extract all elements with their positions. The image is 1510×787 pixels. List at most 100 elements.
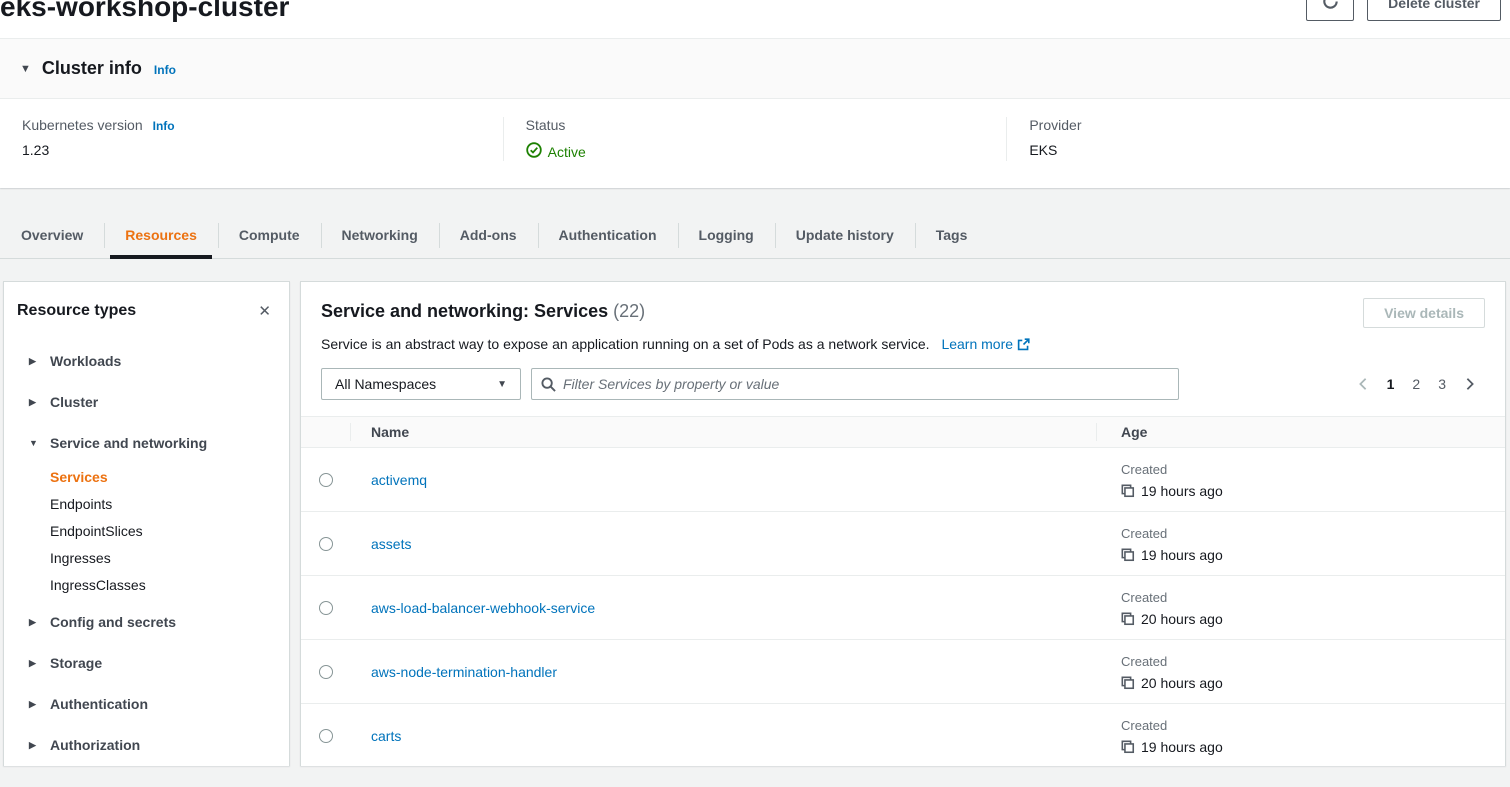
sidebar-item-services[interactable]: Services — [50, 464, 277, 490]
service-link[interactable]: aws-load-balancer-webhook-service — [371, 600, 595, 616]
sidebar-item-ingressclasses[interactable]: IngressClasses — [50, 572, 277, 598]
sidebar-section-authorization[interactable]: ▶ Authorization — [17, 733, 277, 757]
table-row: aws-node-termination-handler Created 20 … — [301, 640, 1505, 704]
tab-compute[interactable]: Compute — [218, 212, 321, 258]
copy-icon[interactable] — [1121, 548, 1135, 562]
caret-right-icon: ▶ — [29, 397, 50, 408]
next-page-icon[interactable] — [1455, 373, 1485, 395]
kubernetes-version-info-link[interactable]: Info — [153, 119, 175, 133]
sidebar-section-config-and-secrets[interactable]: ▶ Config and secrets — [17, 610, 277, 634]
page-number-1[interactable]: 1 — [1378, 372, 1404, 396]
filter-input[interactable] — [563, 376, 1169, 392]
copy-icon[interactable] — [1121, 740, 1135, 754]
tab-logging[interactable]: Logging — [678, 212, 775, 258]
services-panel-title: Service and networking: Services (22) — [321, 298, 645, 322]
page-number-2[interactable]: 2 — [1403, 372, 1429, 396]
row-radio-button[interactable] — [319, 665, 333, 679]
tab-overview[interactable]: Overview — [0, 212, 104, 258]
cluster-info-info-link[interactable]: Info — [154, 63, 176, 77]
learn-more-link[interactable]: Learn more — [941, 336, 1030, 352]
row-radio-button[interactable] — [319, 537, 333, 551]
caret-right-icon: ▶ — [29, 740, 50, 751]
sidebar-item-endpointslices[interactable]: EndpointSlices — [50, 518, 277, 544]
field-label: Provider — [1029, 117, 1081, 133]
copy-icon[interactable] — [1121, 612, 1135, 626]
created-label: Created — [1121, 462, 1505, 477]
cluster-info-header[interactable]: ▼ Cluster info Info — [0, 38, 1510, 99]
provider-value: EKS — [1029, 142, 1488, 158]
sidebar-section-cluster[interactable]: ▶ Cluster — [17, 390, 277, 414]
delete-cluster-button[interactable]: Delete cluster — [1367, 0, 1501, 21]
caret-right-icon: ▶ — [29, 356, 50, 367]
services-count: (22) — [613, 301, 645, 321]
table-row: activemq Created 19 hours ago — [301, 448, 1505, 512]
sidebar-section-authentication[interactable]: ▶ Authentication — [17, 692, 277, 716]
collapse-caret-icon[interactable]: ▼ — [20, 63, 31, 75]
status-value: Active — [548, 144, 586, 160]
tab-tags[interactable]: Tags — [915, 212, 989, 258]
page-header: eks-workshop-cluster Delete cluster — [0, 0, 1510, 38]
tab-add-ons[interactable]: Add-ons — [439, 212, 538, 258]
sidebar-item-ingresses[interactable]: Ingresses — [50, 545, 277, 571]
service-link[interactable]: aws-node-termination-handler — [371, 664, 557, 680]
service-link[interactable]: carts — [371, 728, 401, 744]
search-icon — [541, 377, 556, 392]
selection-column-header — [301, 417, 351, 447]
age-value: 20 hours ago — [1141, 611, 1223, 627]
caret-right-icon: ▶ — [29, 617, 50, 628]
service-link[interactable]: activemq — [371, 472, 427, 488]
table-row: carts Created 19 hours ago — [301, 704, 1505, 766]
sidebar-section-label: Workloads — [50, 353, 121, 369]
service-link[interactable]: assets — [371, 536, 411, 552]
sidebar-list: ▶ Workloads ▶ Cluster ▼ Service and netw… — [17, 349, 277, 757]
previous-page-icon[interactable] — [1348, 373, 1378, 395]
resource-types-sidebar: Resource types ✕ ▶ Workloads ▶ Cluster ▼… — [3, 281, 290, 766]
sidebar-section-service-and-networking[interactable]: ▼ Service and networking — [17, 431, 277, 455]
refresh-button[interactable] — [1306, 0, 1354, 21]
sidebar-section-storage[interactable]: ▶ Storage — [17, 651, 277, 675]
row-radio-button[interactable] — [319, 601, 333, 615]
sidebar-section-label: Authorization — [50, 737, 140, 753]
table-row: assets Created 19 hours ago — [301, 512, 1505, 576]
header-actions: Delete cluster — [1306, 0, 1501, 21]
sidebar-title: Resource types — [17, 300, 136, 320]
tab-update-history[interactable]: Update history — [775, 212, 915, 258]
created-label: Created — [1121, 590, 1505, 605]
sidebar-section-label: Config and secrets — [50, 614, 176, 630]
copy-icon[interactable] — [1121, 484, 1135, 498]
tab-authentication[interactable]: Authentication — [538, 212, 678, 258]
tab-bar: Overview Resources Compute Networking Ad… — [0, 212, 1510, 259]
sidebar-section-label: Authentication — [50, 696, 148, 712]
sidebar-section-label: Service and networking — [50, 435, 207, 451]
service-networking-subitems: Services Endpoints EndpointSlices Ingres… — [50, 464, 277, 598]
name-column-header: Name — [351, 417, 1097, 447]
tab-networking[interactable]: Networking — [321, 212, 439, 258]
status-check-icon — [526, 142, 542, 161]
caret-down-icon: ▼ — [29, 438, 50, 448]
view-details-button[interactable]: View details — [1363, 298, 1485, 328]
age-column-header: Age — [1097, 424, 1505, 440]
age-value: 19 hours ago — [1141, 739, 1223, 755]
age-value: 19 hours ago — [1141, 547, 1223, 563]
cluster-info-panel: ▼ Cluster info Info Kubernetes version I… — [0, 38, 1510, 188]
caret-right-icon: ▶ — [29, 699, 50, 710]
sidebar-section-label: Cluster — [50, 394, 98, 410]
refresh-icon — [1322, 0, 1339, 13]
created-label: Created — [1121, 718, 1505, 733]
row-radio-button[interactable] — [319, 729, 333, 743]
sidebar-section-workloads[interactable]: ▶ Workloads — [17, 349, 277, 373]
created-label: Created — [1121, 654, 1505, 669]
sidebar-item-endpoints[interactable]: Endpoints — [50, 491, 277, 517]
services-description: Service is an abstract way to expose an … — [321, 336, 1485, 354]
row-radio-button[interactable] — [319, 473, 333, 487]
page-title: eks-workshop-cluster — [0, 0, 289, 23]
copy-icon[interactable] — [1121, 676, 1135, 690]
namespace-select[interactable]: All Namespaces ▼ — [321, 368, 521, 400]
created-label: Created — [1121, 526, 1505, 541]
tab-resources[interactable]: Resources — [104, 212, 218, 258]
close-icon[interactable]: ✕ — [252, 300, 277, 322]
services-panel: Service and networking: Services (22) Vi… — [300, 281, 1506, 766]
field-kubernetes-version: Kubernetes version Info 1.23 — [0, 117, 503, 161]
page-number-3[interactable]: 3 — [1429, 372, 1455, 396]
learn-more-text: Learn more — [941, 336, 1013, 352]
